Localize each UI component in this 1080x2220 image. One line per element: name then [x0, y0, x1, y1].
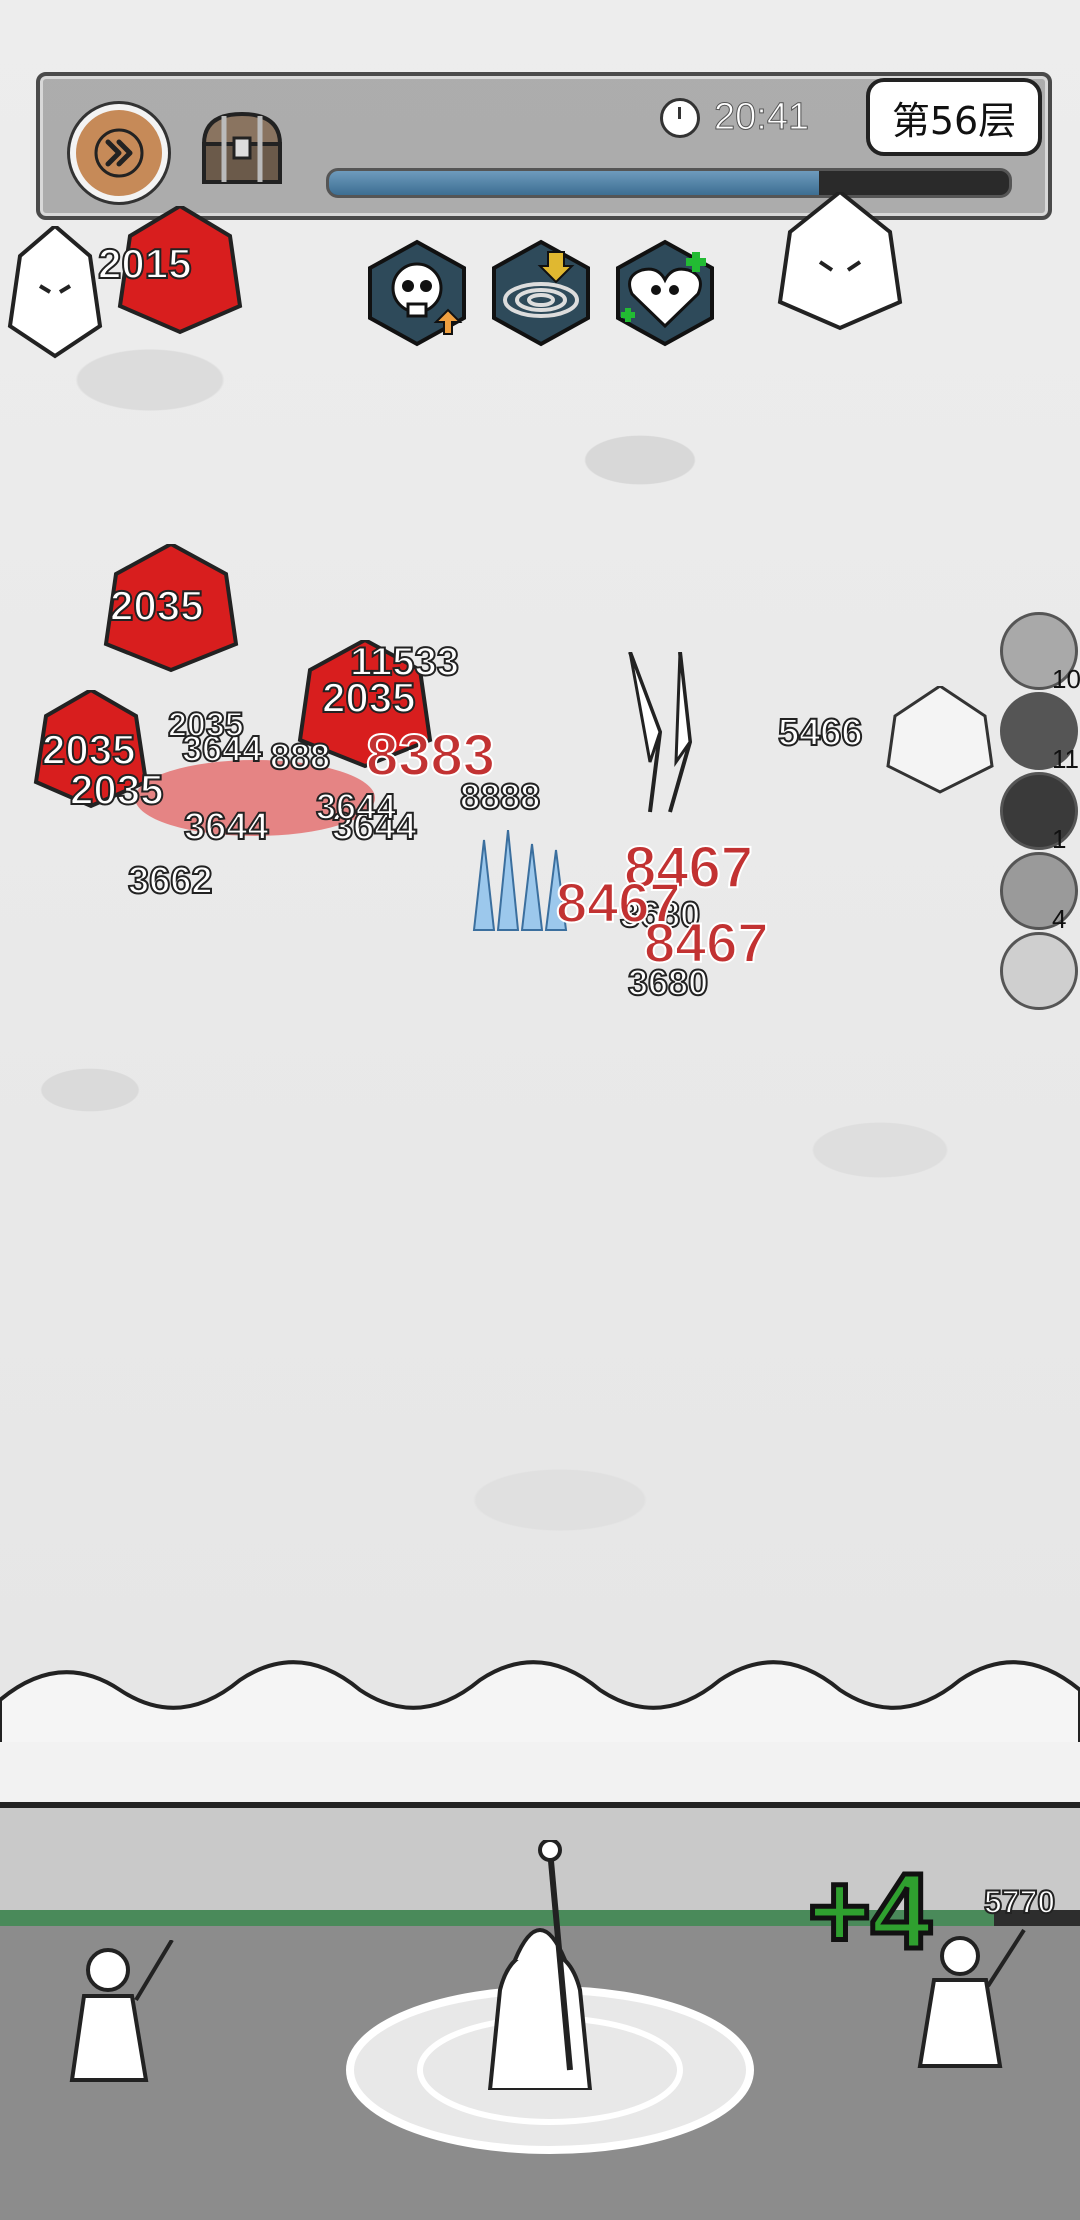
damage-number: 888 [269, 735, 331, 778]
floor-label: 第56层 [866, 78, 1042, 156]
wall-hp-text: 5770 [983, 1883, 1056, 1921]
stage-timer: 20:41 [660, 96, 810, 139]
white-crystal-golem [7, 226, 103, 359]
vortex-down-buff-icon[interactable] [488, 238, 594, 348]
ice-spike-projectile [628, 652, 693, 813]
empty-skill-slot[interactable] [1000, 932, 1078, 1010]
speed-up-button[interactable] [70, 104, 168, 202]
wave-progress-fill [329, 171, 819, 195]
damage-number: 2035 [167, 705, 245, 745]
hero-center-wizard[interactable] [470, 1840, 610, 2090]
monster-hp-label: 2015 [97, 239, 192, 288]
clock-icon [660, 97, 700, 138]
critical-damage-number: 8467 [643, 910, 770, 975]
water-wave-edge [0, 1660, 1080, 1750]
game-stage: 20:41 第56层 2015 2035 2035 2035 2035 1153… [0, 0, 1080, 2220]
skill-count: 11 [1052, 744, 1079, 774]
monster-hp-label: 2035 [109, 581, 204, 630]
wall-top [0, 1742, 1080, 1807]
ice-crystal-golem [886, 686, 994, 794]
hero-left-mage[interactable] [56, 1940, 176, 2090]
damage-number: 3644 [183, 805, 270, 849]
treasure-chest-icon[interactable] [196, 108, 288, 188]
skill-count: 1 [1052, 824, 1067, 854]
critical-damage-number: 8383 [365, 722, 496, 789]
skill-count: 10 [1052, 664, 1080, 694]
skull-heart-heal-buff-icon[interactable] [612, 238, 718, 348]
skill-count: 4 [1052, 904, 1067, 934]
damage-number: 3662 [127, 859, 214, 903]
fast-forward-icon [94, 128, 144, 178]
white-crystal-golem [777, 192, 903, 331]
hero-right-mage[interactable] [900, 1926, 1030, 2076]
skull-up-buff-icon[interactable] [364, 238, 470, 348]
damage-number: 11533 [349, 639, 460, 685]
damage-number: 3644 [315, 785, 397, 828]
timer-text: 20:41 [713, 96, 810, 139]
damage-number: 5466 [777, 711, 864, 755]
monster-hp-label: 2035 [69, 765, 164, 814]
